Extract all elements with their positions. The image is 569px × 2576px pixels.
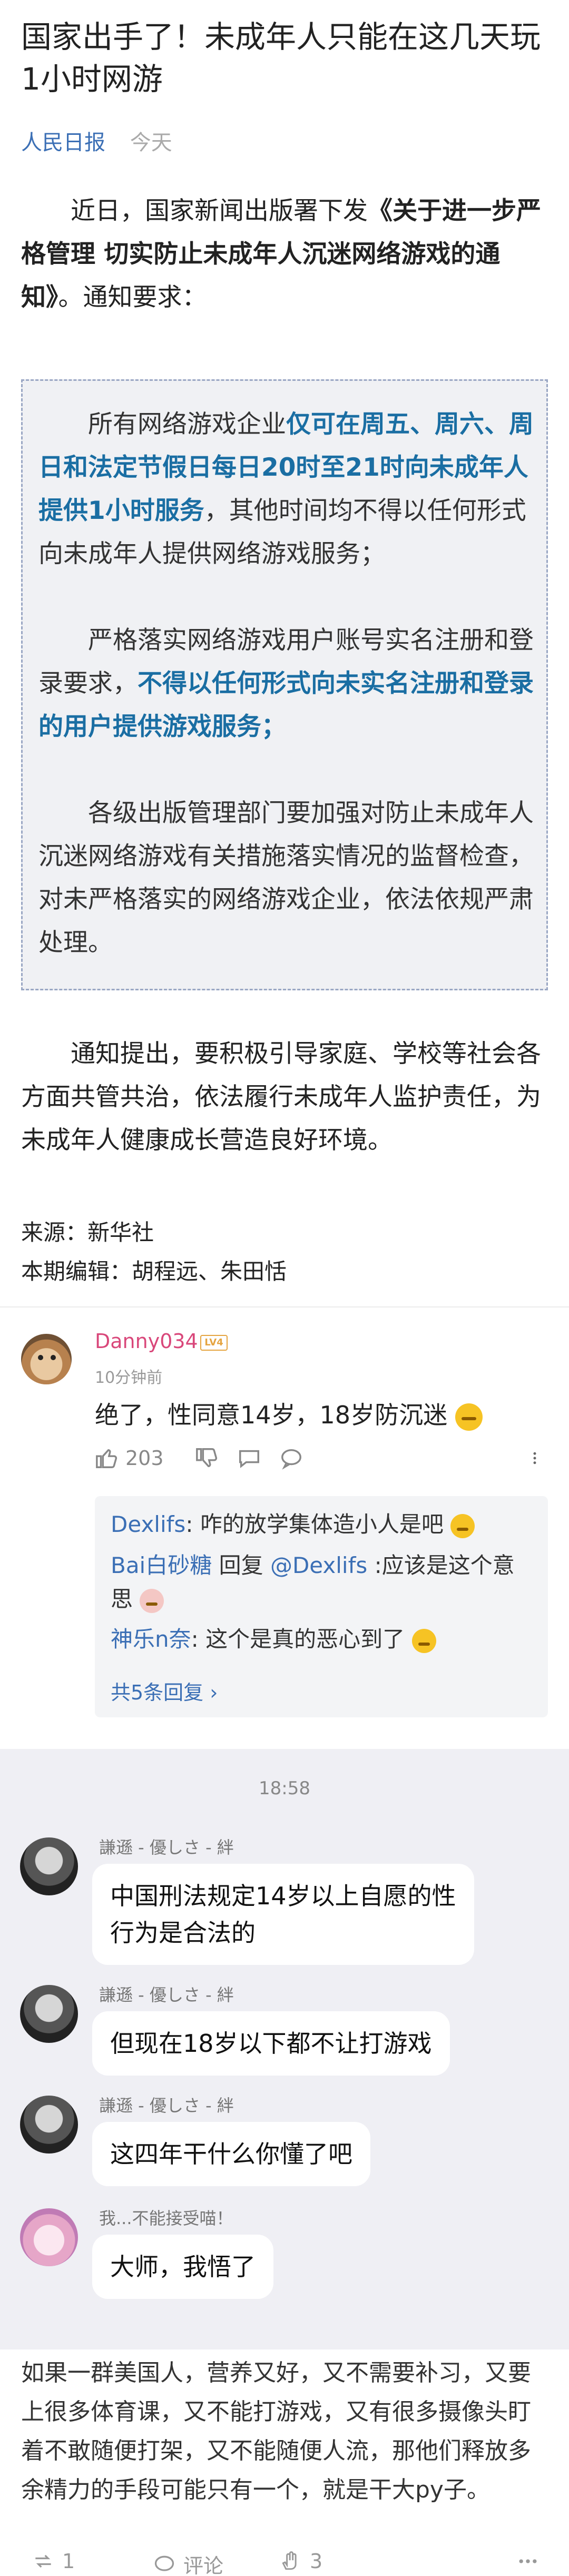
chat-bubble-icon [239,1450,259,1468]
comment-button[interactable] [279,1446,303,1470]
divider [0,1306,569,1307]
chat-bubble-line: 中国刑法规定14岁以上自愿的性 [110,1882,456,1910]
chat-bubble: 大师，我悟了 [92,2235,273,2299]
comment-body: 绝了，性同意14岁，18岁防沉迷 [95,1401,448,1429]
avatar-eye [51,1355,56,1360]
chat-bubble-line: 这四年干什么你懂了吧 [110,2140,352,2168]
intro-text: 近日，国家新闻出版署下发 [71,196,368,225]
article-source-link[interactable]: 人民日报 [21,131,105,155]
chat-sender: 謙遜 - 優しさ - 絆 [99,2096,234,2116]
reply-item[interactable]: Bai白砂糖 回复 @Dexlifs :应该是这个意思 [111,1549,532,1616]
chat-bubble-line: 大师，我悟了 [110,2253,256,2281]
notice-item-2: 严格落实网络游戏用户账号实名注册和登录要求，不得以任何形式向未实名注册和登录的用… [38,619,534,749]
chat-bubble-line: 但现在18岁以下都不让打游戏 [110,2029,432,2058]
avatar [20,1837,78,1895]
avatar [20,1985,78,2043]
notice-item-1: 所有网络游戏企业仅可在周五、周六、周日和法定节假日每日20时至21时向未成年人提… [38,403,534,576]
chat-bubble-line: 行为是合法的 [110,1919,256,1947]
repost-count: 1 [62,2550,75,2573]
reply-item[interactable]: Dexlifs: 咋的放学集体造小人是吧 [111,1508,532,1541]
credit-source: 来源：新华社 [21,1220,154,1245]
comment-time: 10分钟前 [95,1369,163,1387]
more-button[interactable] [516,2550,539,2573]
intro-suffix: 。通知要求： [58,283,207,312]
chat-sender: 我...不能接受喵！ [99,2208,233,2228]
more-replies-link[interactable]: 共5条回复 › [111,1676,218,1705]
notice-item-1-prefix: 所有网络游戏企业 [88,410,286,439]
comment-text: 绝了，性同意14岁，18岁防沉迷 [95,1396,483,1431]
more-icon [533,1452,536,1464]
comment-icon [154,2555,174,2571]
avatar [20,2208,78,2266]
laugh-emoji-icon [450,1513,475,1538]
chat-bubble: 中国刑法规定14岁以上自愿的性 行为是合法的 [92,1864,474,1965]
chat-sender: 謙遜 - 優しさ - 絆 [99,1837,234,1857]
like-count: 3 [310,2550,323,2573]
article-outro: 通知提出，要积极引导家庭、学校等社会各方面共管共治，依法履行未成年人监护责任，为… [21,1039,541,1155]
clap-icon [282,2551,297,2570]
laugh-cry-emoji-icon [455,1403,483,1431]
chat-bubble: 这四年干什么你懂了吧 [92,2122,370,2186]
thumbs-up-icon [96,1449,117,1468]
comment-button[interactable]: 评论 [153,2550,223,2576]
avatar [20,2096,78,2154]
pig-emoji-icon [140,1588,164,1613]
article-title: 国家出手了！未成年人只能在这几天玩1小时网游 [21,19,541,97]
repost-button[interactable]: 1 [32,2550,75,2573]
chat-time: 18:58 [259,1778,310,1799]
article-date: 今天 [130,131,172,155]
comment-username[interactable]: Danny034 [95,1330,198,1353]
like-count: 203 [125,1447,164,1470]
grimace-emoji-icon [411,1628,436,1653]
notice-box: 所有网络游戏企业仅可在周五、周六、周日和法定节假日每日20时至21时向未成年人提… [21,379,548,990]
chat-screenshot: 18:58 謙遜 - 優しさ - 絆 中国刑法规定14岁以上自愿的性 行为是合法… [0,1749,569,2349]
level-badge: LV4 [200,1335,228,1351]
reply-button[interactable] [237,1446,261,1470]
thumbs-down-icon [196,1448,218,1468]
post-text: 如果一群美国人，营养又好，又不需要补习，又要上很多体育课，又不能打游戏，又有很多… [21,2359,531,2503]
comment-label: 评论 [183,2554,224,2576]
comment-actions: 203 [95,1446,548,1478]
reply-text: : 咋的放学集体造小人是吧 [185,1511,444,1537]
reply-connector: 回复 [212,1552,270,1578]
reply-list: Dexlifs: 咋的放学集体造小人是吧 Bai白砂糖 回复 @Dexlifs … [95,1496,548,1717]
repost-icon [35,2554,51,2568]
like-button[interactable]: 3 [279,2550,322,2573]
notice-item-3: 各级出版管理部门要加强对防止未成年人沉迷网络游戏有关措施落实情况的监督检查，对未… [38,799,534,957]
dislike-button[interactable] [195,1446,219,1470]
article-intro: 近日，国家新闻出版署下发《关于进一步严格管理 切实防止未成年人沉迷网络游戏的通知… [21,190,548,319]
reply-item[interactable]: 神乐n奈: 这个是真的恶心到了 [111,1623,532,1656]
comment-icon [281,1449,301,1470]
credit-editors: 本期编辑：胡程远、朱田恬 [21,1258,287,1284]
chat-sender: 謙遜 - 優しさ - 絆 [99,1985,234,2005]
avatar-eye [38,1355,43,1360]
more-icon [519,2559,537,2563]
reply-username[interactable]: Bai白砂糖 [111,1552,212,1578]
reply-username[interactable]: 神乐n奈 [111,1626,191,1652]
more-button[interactable] [527,1446,543,1470]
bottom-action-bar: 1 评论 3 [0,2550,569,2576]
chat-bubble: 但现在18岁以下都不让打游戏 [92,2011,450,2076]
like-button[interactable]: 203 [95,1446,164,1470]
avatar[interactable] [21,1334,72,1384]
article-meta: 人民日报 今天 [21,125,172,156]
reply-text: : 这个是真的恶心到了 [191,1626,405,1652]
reply-mention[interactable]: @Dexlifs [270,1552,367,1578]
reply-username[interactable]: Dexlifs [111,1511,185,1537]
